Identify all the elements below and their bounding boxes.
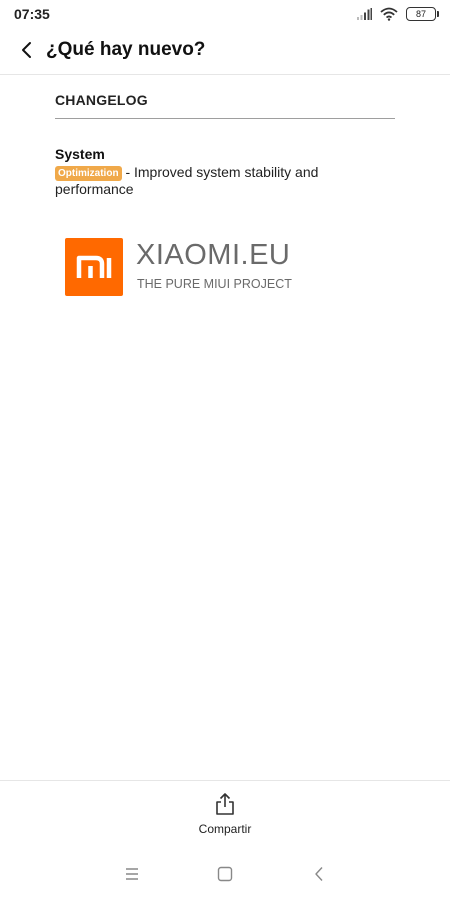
mi-mark-icon [76,255,112,278]
optimization-tag: Optimization [55,166,122,181]
changelog-heading: CHANGELOG [55,92,395,119]
changelog-content: CHANGELOG System Optimization - Improved… [55,92,395,198]
logo-name: XIAOMI.EU [136,239,291,271]
home-button[interactable] [210,859,240,889]
page-title: ¿Qué hay nuevo? [46,39,206,60]
menu-button[interactable] [117,859,147,889]
back-icon [315,867,323,881]
action-bar: Compartir [0,780,450,848]
home-icon [217,866,233,882]
share-label: Compartir [198,822,252,836]
battery-level: 87 [415,9,426,19]
changelog-entry: System Optimization - Improved system st… [55,146,395,198]
nav-back-button[interactable] [304,859,334,889]
status-time: 07:35 [14,6,50,22]
logo-tagline: THE PURE MIUI PROJECT [137,277,292,291]
back-arrow-icon [22,42,31,58]
entry-category: System [55,146,105,162]
status-icons: 87 [356,6,439,22]
entry-text: - Improved system stability and [125,164,319,180]
mi-logo-icon [65,238,123,296]
signal-icon [357,8,372,20]
share-icon [216,793,234,815]
entry-description: Optimization - Improved system stability… [55,164,395,198]
xiaomi-eu-logo: XIAOMI.EU THE PURE MIUI PROJECT [65,238,325,298]
battery-icon: 87 [406,7,439,21]
header: ¿Qué hay nuevo? [0,28,450,75]
screen: 07:35 87 ¿Qué hay nuevo? CHANGELOG Syste… [0,0,450,900]
back-button[interactable] [12,36,40,64]
navigation-bar [0,847,450,900]
wifi-icon [380,7,398,21]
status-bar: 07:35 87 [0,0,450,28]
share-button[interactable]: Compartir [175,793,275,843]
menu-icon [126,868,138,880]
entry-text-continued: performance [55,181,134,197]
